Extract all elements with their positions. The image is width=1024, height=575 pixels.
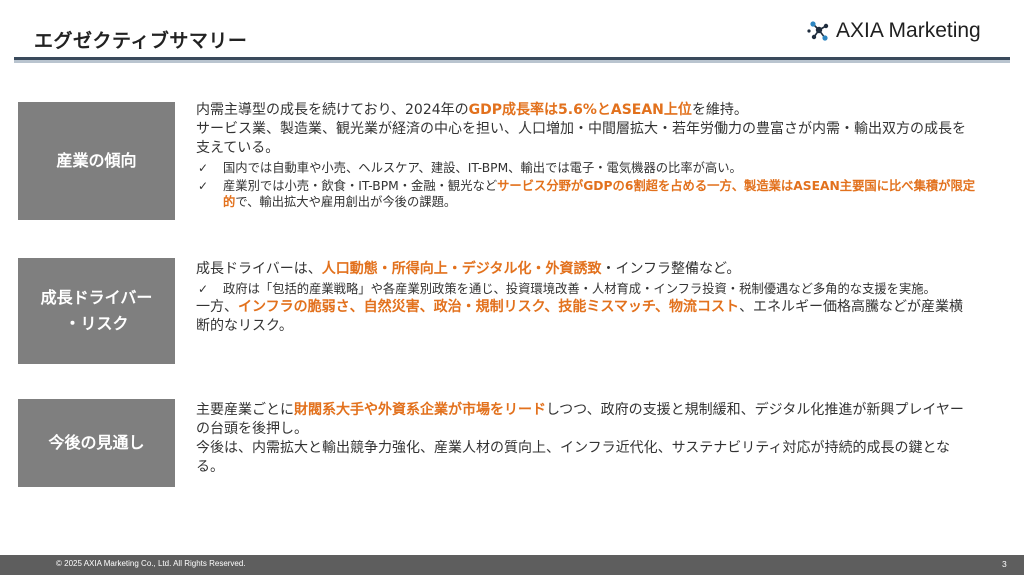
text-run: 今後は、内需拡大と輸出競争力強化、産業人材の質向上、インフラ近代化、サステナビリ…: [196, 440, 951, 475]
section-content: 内需主導型の成長を続けており、2024年のGDP成長率は5.6%とASEAN上位…: [196, 101, 976, 211]
section-outlook: 今後の見通し 主要産業ごとに財閥系大手や外資系企業が市場をリードしつつ、政府の支…: [18, 399, 998, 489]
section-label: 成長ドライバー: [40, 288, 153, 307]
highlight-text: 人口動態・所得向上・デジタル化・外資誘致: [321, 261, 602, 277]
text-run: 主要産業ごとに: [196, 402, 294, 418]
highlight-text: インフラの脆弱さ、自然災害、政治・規制リスク、技能ミスマッチ、物流コスト: [238, 299, 740, 315]
text-run: を維持。: [691, 102, 748, 118]
paragraph: サービス業、製造業、観光業が経済の中心を担い、人口増加・中間層拡大・若年労働力の…: [196, 120, 976, 158]
paragraph: 主要産業ごとに財閥系大手や外資系企業が市場をリードしつつ、政府の支援と規制緩和、…: [196, 401, 976, 439]
text-run: 一方、: [196, 299, 238, 315]
highlight-text: GDP成長率は5.6%とASEAN上位: [468, 102, 692, 118]
text-run: 内需主導型の成長を続けており、2024年の: [196, 102, 469, 118]
bullet-item: ✓ 国内では自動車や小売、ヘルスケア、建設、IT-BPM、輸出では電子・電気機器の…: [196, 160, 976, 176]
copyright-text: © 2025 AXIA Marketing Co., Ltd. All Righ…: [56, 559, 246, 568]
section-label-box: 成長ドライバー ・リスク: [18, 258, 175, 364]
check-icon: ✓: [198, 179, 209, 193]
logo-text: AXIA Marketing: [836, 19, 981, 42]
section-label: 産業の傾向: [56, 151, 137, 170]
molecule-logo-icon: [807, 21, 829, 41]
slide-header: エグゼクティブサマリー AXIA Marketing: [0, 0, 1024, 64]
text-run: で、輸出拡大や雇用創出が今後の課題。: [235, 195, 457, 209]
text-run: 産業別では小売・飲食・IT-BPM・金融・観光など: [223, 179, 498, 193]
section-label: ・リスク: [64, 314, 129, 333]
section-industry-trends: 産業の傾向 内需主導型の成長を続けており、2024年のGDP成長率は5.6%とA…: [18, 102, 998, 222]
section-content: 主要産業ごとに財閥系大手や外資系企業が市場をリードしつつ、政府の支援と規制緩和、…: [196, 401, 976, 477]
paragraph: 内需主導型の成長を続けており、2024年のGDP成長率は5.6%とASEAN上位…: [196, 101, 976, 120]
bullet-item: ✓ 産業別では小売・飲食・IT-BPM・金融・観光などサービス分野がGDPの6割超…: [196, 178, 976, 210]
section-content: 成長ドライバーは、人口動態・所得向上・デジタル化・外資誘致・インフラ整備など。 …: [196, 260, 976, 336]
paragraph: 成長ドライバーは、人口動態・所得向上・デジタル化・外資誘致・インフラ整備など。: [196, 260, 976, 279]
page-number: 3: [1002, 559, 1007, 569]
bullet-item: ✓ 政府は「包括的産業戦略」や各産業別政策を通じ、投資環境改善・人材育成・インフラ…: [196, 281, 976, 297]
paragraph: 今後は、内需拡大と輸出競争力強化、産業人材の質向上、インフラ近代化、サステナビリ…: [196, 439, 976, 477]
section-label-box: 産業の傾向: [18, 102, 175, 220]
check-icon: ✓: [198, 282, 209, 296]
text-run: サービス業、製造業、観光業が経済の中心を担い、人口増加・中間層拡大・若年労働力の…: [196, 121, 966, 156]
highlight-text: 財閥系大手や外資系企業が市場をリード: [294, 402, 546, 418]
text-run: 政府は「包括的産業戦略」や各産業別政策を通じ、投資環境改善・人材育成・インフラ投…: [223, 282, 936, 296]
paragraph: 一方、インフラの脆弱さ、自然災害、政治・規制リスク、技能ミスマッチ、物流コスト、…: [196, 298, 976, 336]
section-label: 今後の見通し: [48, 433, 145, 452]
section-label-box: 今後の見通し: [18, 399, 175, 487]
check-icon: ✓: [198, 161, 209, 175]
page-title: エグゼクティブサマリー: [34, 30, 248, 52]
section-growth-drivers-risks: 成長ドライバー ・リスク 成長ドライバーは、人口動態・所得向上・デジタル化・外資…: [18, 258, 998, 366]
header-rule-accent: [14, 60, 1010, 63]
slide-footer: © 2025 AXIA Marketing Co., Ltd. All Righ…: [0, 555, 1024, 575]
company-logo: AXIA Marketing: [806, 16, 996, 46]
text-run: ・インフラ整備など。: [601, 261, 741, 277]
text-run: 成長ドライバーは、: [196, 261, 322, 277]
text-run: 国内では自動車や小売、ヘルスケア、建設、IT-BPM、輸出では電子・電気機器の比…: [223, 161, 742, 175]
